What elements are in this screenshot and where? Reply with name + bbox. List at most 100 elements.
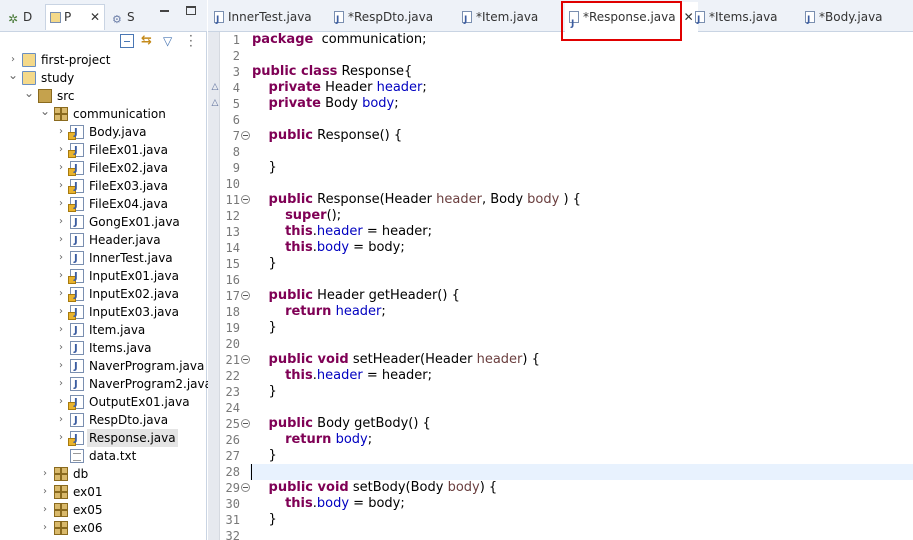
code-line[interactable]: private Body body;	[250, 96, 913, 112]
chevron-right-icon[interactable]: ›	[56, 303, 66, 321]
code-line[interactable]: }	[250, 320, 913, 336]
code-line[interactable]: }	[250, 160, 913, 176]
chevron-right-icon[interactable]: ›	[56, 213, 66, 231]
chevron-right-icon[interactable]: ›	[56, 249, 66, 267]
code-text-area[interactable]: package communication; public class Respo…	[250, 32, 913, 540]
chevron-right-icon[interactable]: ›	[56, 411, 66, 429]
code-line[interactable]: public Response() {	[250, 128, 913, 144]
tree-item[interactable]: ⌄ src	[0, 87, 207, 105]
tree-item[interactable]: › GongEx01.java	[0, 213, 207, 232]
code-line[interactable]: public Response(Header header, Body body…	[250, 192, 913, 208]
fold-collapse-icon[interactable]	[241, 291, 250, 300]
fold-collapse-icon[interactable]	[241, 483, 250, 492]
editor-tab[interactable]: InnerTest.java	[214, 6, 312, 31]
editor-tab[interactable]: *Items.java	[695, 6, 778, 31]
code-line[interactable]	[250, 528, 913, 540]
code-line[interactable]: }	[250, 384, 913, 400]
chevron-right-icon[interactable]: ›	[56, 123, 66, 141]
chevron-right-icon[interactable]: ›	[8, 51, 18, 69]
code-line[interactable]	[250, 400, 913, 416]
chevron-right-icon[interactable]: ›	[56, 339, 66, 357]
tree-item[interactable]: › NaverProgram.java	[0, 357, 207, 376]
chevron-right-icon[interactable]: ›	[56, 285, 66, 303]
code-line[interactable]	[250, 112, 913, 128]
code-line[interactable]: public Body getBody() {	[250, 416, 913, 432]
code-line[interactable]	[250, 144, 913, 160]
tree-item[interactable]: › InputEx02.java	[0, 285, 207, 304]
chevron-right-icon[interactable]: ›	[40, 465, 50, 483]
tree-item[interactable]: › OutputEx01.java	[0, 393, 207, 412]
chevron-right-icon[interactable]: ›	[56, 321, 66, 339]
chevron-right-icon[interactable]: ›	[56, 141, 66, 159]
chevron-right-icon[interactable]: ›	[56, 375, 66, 393]
fold-collapse-icon[interactable]	[241, 419, 250, 428]
chevron-right-icon[interactable]: ›	[56, 357, 66, 375]
chevron-right-icon[interactable]: ›	[56, 195, 66, 213]
tree-item[interactable]: › RespDto.java	[0, 411, 207, 430]
tree-item[interactable]: › ex06	[0, 519, 207, 537]
code-line[interactable]	[250, 176, 913, 192]
chevron-down-icon[interactable]: ⌄	[8, 69, 18, 87]
tree-item[interactable]: › NaverProgram2.java	[0, 375, 212, 394]
code-line[interactable]: this.header = header;	[250, 224, 913, 240]
chevron-right-icon[interactable]: ›	[56, 393, 66, 411]
tab-debug[interactable]: ✲ D	[8, 6, 32, 28]
chevron-right-icon[interactable]: ›	[56, 429, 66, 447]
code-line[interactable]: package communication;	[250, 32, 913, 48]
tree-item[interactable]: › db	[0, 465, 207, 483]
chevron-right-icon[interactable]: ›	[40, 501, 50, 519]
code-line[interactable]: public Header getHeader() {	[250, 288, 913, 304]
chevron-right-icon[interactable]: ›	[56, 159, 66, 177]
code-line[interactable]	[250, 48, 913, 64]
tree-item[interactable]: › Items.java	[0, 339, 207, 358]
minimize-icon[interactable]	[160, 10, 169, 12]
tree-item[interactable]: › InnerTest.java	[0, 249, 207, 268]
code-line[interactable]: return header;	[250, 304, 913, 320]
tree-item[interactable]: › Header.java	[0, 231, 207, 250]
code-line[interactable]	[250, 464, 913, 480]
maximize-icon[interactable]	[186, 6, 196, 15]
code-line[interactable]: public class Response{	[250, 64, 913, 80]
chevron-right-icon[interactable]: ›	[56, 231, 66, 249]
code-line[interactable]: return body;	[250, 432, 913, 448]
code-line[interactable]: public void setBody(Body body) {	[250, 480, 913, 496]
annotation-marker-icon[interactable]: △	[210, 98, 220, 110]
chevron-right-icon[interactable]: ›	[56, 267, 66, 285]
code-line[interactable]: }	[250, 448, 913, 464]
code-line[interactable]: }	[250, 256, 913, 272]
tree-item[interactable]: data.txt	[0, 447, 207, 465]
tab-package-explorer[interactable]: P ✕	[45, 4, 105, 30]
tree-item[interactable]: ⌄ study	[0, 69, 207, 87]
annotation-marker-icon[interactable]: △	[210, 82, 220, 94]
tree-item[interactable]: › InputEx03.java	[0, 303, 207, 322]
chevron-down-icon[interactable]: ⌄	[24, 87, 34, 105]
tab-servers[interactable]: ⚙ S	[112, 6, 135, 28]
close-icon[interactable]: ✕	[90, 5, 100, 29]
code-line[interactable]	[250, 272, 913, 288]
editor-tab[interactable]: *RespDto.java	[334, 6, 433, 31]
fold-collapse-icon[interactable]	[241, 195, 250, 204]
tree-item[interactable]: › FileEx03.java	[0, 177, 207, 196]
collapse-all-icon[interactable]	[120, 34, 134, 48]
tree-item[interactable]: › ex05	[0, 501, 207, 519]
editor-tab[interactable]: *Item.java	[462, 6, 538, 31]
code-line[interactable]: this.body = body;	[250, 496, 913, 512]
editor-tab[interactable]: *Body.java	[805, 6, 883, 31]
code-line[interactable]: this.body = body;	[250, 240, 913, 256]
code-line[interactable]	[250, 336, 913, 352]
tree-item[interactable]: › FileEx02.java	[0, 159, 207, 178]
code-line[interactable]: private Header header;	[250, 80, 913, 96]
fold-collapse-icon[interactable]	[241, 355, 250, 364]
chevron-down-icon[interactable]: ⌄	[40, 105, 50, 123]
tree-item[interactable]: › ex01	[0, 483, 207, 501]
fold-collapse-icon[interactable]	[241, 131, 250, 140]
code-line[interactable]: super();	[250, 208, 913, 224]
tree-item[interactable]: › Body.java	[0, 123, 207, 142]
close-icon[interactable]: ✕	[684, 10, 694, 24]
tree-item[interactable]: › InputEx01.java	[0, 267, 207, 286]
code-line[interactable]: this.header = header;	[250, 368, 913, 384]
tree-item[interactable]: › FileEx01.java	[0, 141, 207, 160]
code-line[interactable]: public void setHeader(Header header) {	[250, 352, 913, 368]
filter-icon[interactable]: ▽	[163, 34, 177, 48]
tree-item[interactable]: › Response.java	[0, 429, 207, 448]
